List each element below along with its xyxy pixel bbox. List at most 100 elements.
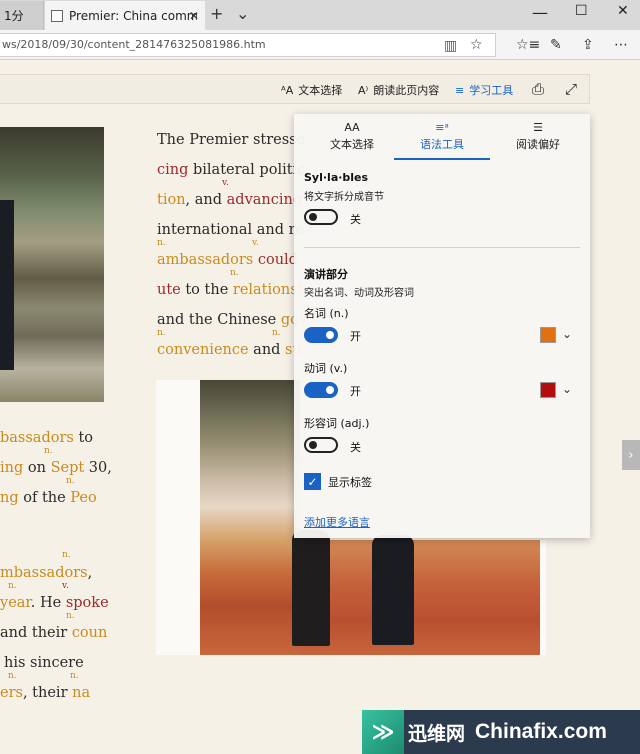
noun-toggle[interactable] <box>304 327 338 343</box>
read-aloud-label: 朗读此页内容 <box>373 84 440 97</box>
print-icon[interactable]: ⎙ <box>532 80 544 98</box>
verb-color-swatch[interactable] <box>540 382 556 398</box>
tab-close-icon[interactable]: ✕ <box>189 9 199 23</box>
chevron-right-icon: › <box>628 447 634 463</box>
watermark-cn: 迅维网 <box>408 722 466 745</box>
syllables-desc: 将文字拆分成音节 <box>304 192 384 203</box>
pen-icon[interactable]: ✎ <box>550 37 562 53</box>
text-size-icon: ᴬA <box>281 83 294 97</box>
noun-label: 名词 (n.) <box>304 307 349 320</box>
article-line: ers, their na <box>0 685 91 701</box>
pos-tag: v. <box>222 178 229 188</box>
article-line: ng of the Peo <box>0 490 97 506</box>
tab-label: 文本选择 <box>330 138 374 151</box>
pos-tag: n. <box>157 238 166 248</box>
tab-reading-preferences[interactable]: ☰ 阅读偏好 <box>490 120 586 160</box>
learning-tools-button[interactable]: ≡ 学习工具 <box>455 82 513 98</box>
tab-previous-label: 1分 <box>4 9 24 23</box>
adj-state: 关 <box>350 441 361 454</box>
pos-tag: n. <box>157 328 166 338</box>
text-options-button[interactable]: ᴬA 文本选择 <box>281 82 342 98</box>
pos-tag: n. <box>272 328 281 338</box>
article-line: cing bilateral politic <box>157 162 306 178</box>
tab-previous[interactable]: 1分 <box>0 1 44 30</box>
pos-tag: n. <box>8 581 17 591</box>
pos-desc: 突出名词、动词及形容词 <box>304 288 414 299</box>
next-page-button[interactable]: › <box>622 440 640 470</box>
photo-carpet <box>300 540 540 655</box>
fullscreen-icon[interactable]: ⤢ <box>565 80 577 98</box>
read-aloud-icon: A⁾ <box>358 83 369 97</box>
tab-text-options[interactable]: AA 文本选择 <box>304 120 400 160</box>
photo-person <box>292 530 330 646</box>
article-line: mbassadors, <box>0 565 93 581</box>
photo-person <box>372 535 414 645</box>
article-line: bassadors to <box>0 430 94 446</box>
article-line: international and re <box>157 222 305 238</box>
reading-toolbar: ᴬA 文本选择 A⁾ 朗读此页内容 ≡ 学习工具 ⎙ ⤢ <box>0 74 590 104</box>
new-tab-button[interactable]: + <box>210 4 223 23</box>
text-options-label: 文本选择 <box>298 84 343 97</box>
add-languages-link[interactable]: 添加更多语言 <box>304 514 370 530</box>
show-labels-checkbox[interactable]: ✓ <box>304 473 321 490</box>
photo-frame-edge <box>540 540 546 655</box>
url-field[interactable]: ws/2018/09/30/content_281476325081986.ht… <box>0 33 496 57</box>
share-icon[interactable]: ⇪ <box>582 37 594 53</box>
syllables-toggle[interactable] <box>304 209 338 225</box>
tab-grammar-tools[interactable]: ≡ᵃ 语法工具 <box>394 120 490 160</box>
read-aloud-button[interactable]: A⁾ 朗读此页内容 <box>358 82 439 98</box>
syllables-title: Syl·la·bles <box>304 171 369 184</box>
check-icon: ✓ <box>307 474 318 489</box>
photo-frame <box>156 380 200 655</box>
pos-tag: n. <box>70 671 79 681</box>
verb-label: 动词 (v.) <box>304 362 348 375</box>
pos-tag: n. <box>66 611 75 621</box>
toggle-knob <box>309 441 317 449</box>
book-icon[interactable]: ▥ <box>444 38 457 54</box>
article-line: his sincere <box>4 655 84 671</box>
maximize-button[interactable]: ☐ <box>575 3 588 19</box>
tab-list-button[interactable]: ⌄ <box>236 4 249 23</box>
article-line: and the Chinese gov <box>157 312 307 328</box>
pos-tag: n. <box>66 476 75 486</box>
address-bar: ws/2018/09/30/content_281476325081986.ht… <box>0 30 640 60</box>
grammar-icon: ≡ᵃ <box>435 121 449 134</box>
article-line: ing on Sept 30, <box>0 460 112 476</box>
tab-label: 语法工具 <box>420 138 464 151</box>
learning-tools-icon: ≡ <box>455 83 465 97</box>
verb-toggle[interactable] <box>304 382 338 398</box>
article-line: year. He spoke <box>0 595 109 611</box>
more-icon[interactable]: ⋯ <box>614 37 628 53</box>
adj-label: 形容词 (adj.) <box>304 417 370 430</box>
learning-tools-panel: AA 文本选择 ≡ᵃ 语法工具 ☰ 阅读偏好 Syl·la·bles 将文字拆分… <box>294 114 590 538</box>
minimize-button[interactable]: — <box>532 3 548 22</box>
toggle-knob <box>326 386 334 394</box>
noun-color-swatch[interactable] <box>540 327 556 343</box>
pos-tag: n. <box>230 268 239 278</box>
star-icon[interactable]: ☆ <box>470 37 483 53</box>
syllables-state: 关 <box>350 213 361 226</box>
show-labels-label: 显示标签 <box>328 476 372 489</box>
article-line: tion, and advancing <box>157 192 303 208</box>
toggle-knob <box>326 331 334 339</box>
close-window-button[interactable]: ✕ <box>617 3 629 19</box>
page-favicon-icon <box>51 9 63 22</box>
tab-strip: 1分 Premier: China committ ✕ + ⌄ — ☐ ✕ <box>0 0 640 30</box>
favorites-icon[interactable]: ☆≡ <box>516 37 540 53</box>
watermark-en: Chinafix.com <box>475 720 607 743</box>
tab-active[interactable]: Premier: China committ ✕ <box>45 1 205 30</box>
article-photo-1 <box>0 127 104 402</box>
article-line: ambassadors could <box>157 252 298 268</box>
divider <box>304 247 580 248</box>
tab-title: Premier: China committ <box>69 8 197 23</box>
chevron-down-icon[interactable]: ⌄ <box>562 382 572 396</box>
verb-state: 开 <box>350 385 361 398</box>
pos-tag: v. <box>62 581 69 591</box>
toggle-knob <box>309 213 317 221</box>
adj-toggle[interactable] <box>304 437 338 453</box>
article-line: convenience and su <box>157 342 302 358</box>
pos-tag: n. <box>62 550 71 560</box>
chevron-down-icon[interactable]: ⌄ <box>562 327 572 341</box>
article-line: The Premier stresse <box>157 132 306 148</box>
pos-title: 演讲部分 <box>304 268 348 281</box>
